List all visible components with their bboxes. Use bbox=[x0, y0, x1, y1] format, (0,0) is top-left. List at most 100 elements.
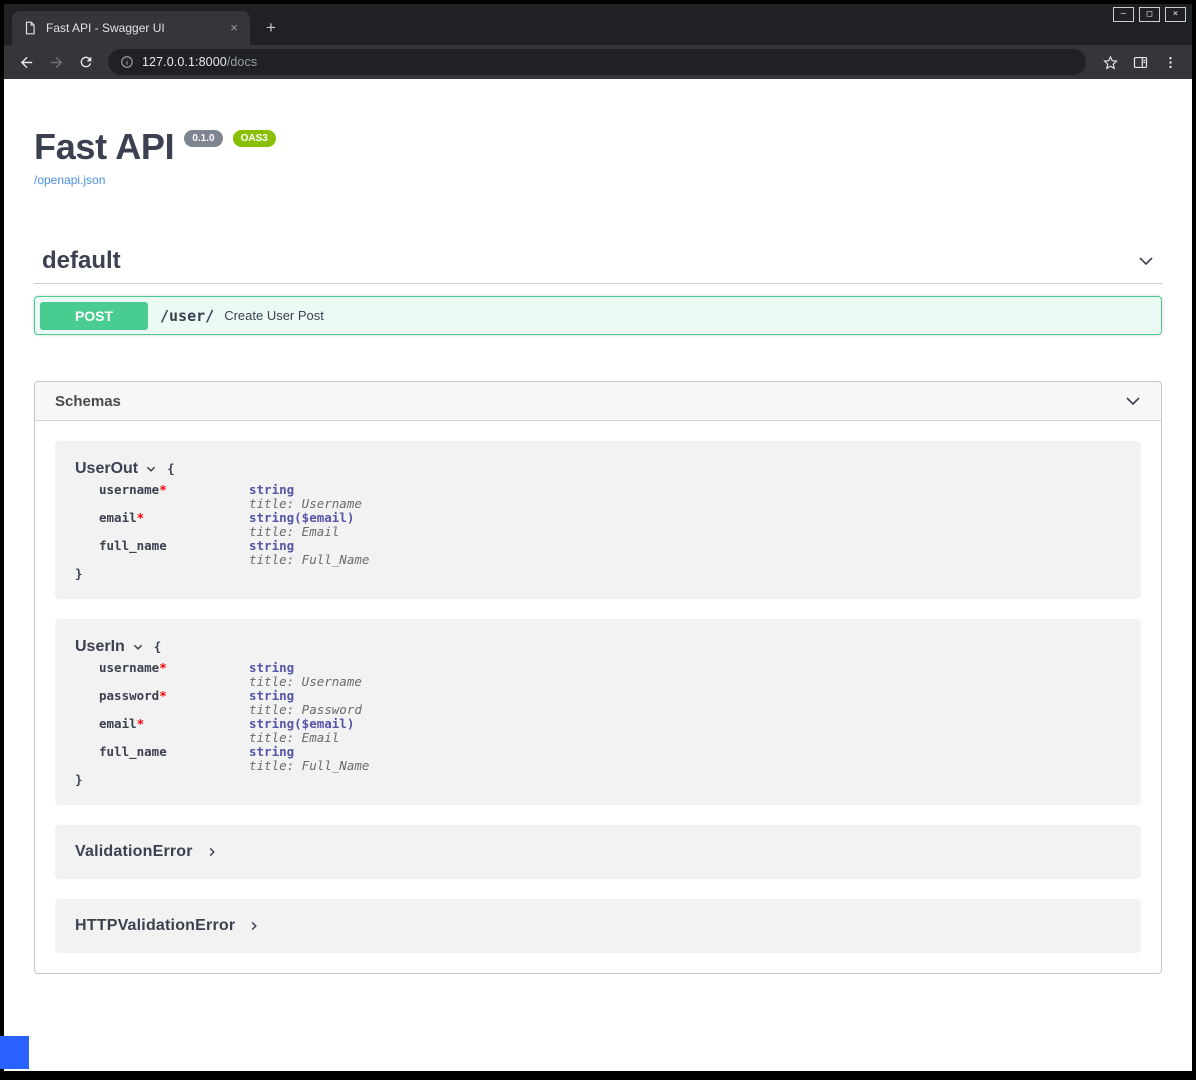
endpoint-post-user[interactable]: POST /user/ Create User Post bbox=[34, 296, 1162, 335]
property-name: username* bbox=[99, 661, 249, 689]
openapi-spec-link[interactable]: /openapi.json bbox=[34, 173, 105, 187]
close-brace: } bbox=[75, 773, 1121, 787]
titlebar: – □ × Fast API - Swagger UI × + bbox=[4, 4, 1192, 45]
tab-title: Fast API - Swagger UI bbox=[46, 21, 218, 35]
property-info: string title: Full_Name bbox=[249, 745, 369, 773]
model-validationerror[interactable]: ValidationError bbox=[55, 825, 1141, 879]
property-name: email* bbox=[99, 511, 249, 539]
schemas-header[interactable]: Schemas bbox=[35, 382, 1161, 421]
property-type: string bbox=[249, 745, 369, 759]
property-type: string bbox=[249, 661, 362, 675]
new-tab-button[interactable]: + bbox=[258, 15, 284, 41]
model-name: ValidationError bbox=[75, 843, 193, 861]
reload-icon[interactable] bbox=[72, 48, 100, 76]
menu-kebab-icon[interactable] bbox=[1156, 48, 1184, 76]
page-content: Fast API 0.1.0 OAS3 /openapi.json defaul… bbox=[4, 79, 1192, 1071]
property-info: string title: Username bbox=[249, 661, 362, 689]
property-info: string title: Password bbox=[249, 689, 362, 717]
model-properties: username* string title: Username email* … bbox=[99, 483, 1121, 567]
model-header[interactable]: UserOut { bbox=[75, 459, 1121, 479]
schemas-title: Schemas bbox=[55, 393, 121, 410]
chevron-down-icon[interactable] bbox=[1119, 387, 1147, 415]
tag-title: default bbox=[42, 247, 121, 275]
version-badge: 0.1.0 bbox=[184, 130, 222, 147]
address-bar[interactable]: 127.0.0.1:8000/docs bbox=[108, 49, 1086, 75]
required-star: * bbox=[137, 510, 145, 525]
browser-window: – □ × Fast API - Swagger UI × + bbox=[4, 4, 1192, 1071]
property-title: title: Full_Name bbox=[249, 759, 369, 773]
property-info: string title: Full_Name bbox=[249, 539, 369, 567]
page-title: Fast API bbox=[34, 125, 174, 168]
back-icon[interactable] bbox=[12, 48, 40, 76]
schemas-body: UserOut { username* string ti bbox=[35, 421, 1161, 973]
model-httpvalidationerror[interactable]: HTTPValidationError bbox=[55, 899, 1141, 953]
model-properties: username* string title: Username passwor… bbox=[99, 661, 1121, 773]
oas3-badge: OAS3 bbox=[233, 130, 276, 147]
required-star: * bbox=[159, 660, 167, 675]
property-info: string title: Username bbox=[249, 483, 362, 511]
property-name: password* bbox=[99, 689, 249, 717]
chevron-right-icon[interactable] bbox=[206, 846, 218, 858]
schema-property: username* string title: Username bbox=[99, 483, 1121, 511]
endpoint-summary: Create User Post bbox=[224, 308, 324, 323]
maximize-button[interactable]: □ bbox=[1139, 7, 1160, 22]
schema-property: password* string title: Password bbox=[99, 689, 1121, 717]
schema-property: username* string title: Username bbox=[99, 661, 1121, 689]
property-info: string($email) title: Email bbox=[249, 511, 354, 539]
schemas-section: Schemas UserOut { bbox=[34, 381, 1162, 974]
open-brace: { bbox=[167, 459, 175, 479]
chevron-down-icon[interactable] bbox=[145, 463, 157, 475]
minimize-button[interactable]: – bbox=[1113, 7, 1134, 22]
property-name-text: username bbox=[99, 660, 159, 675]
open-brace: { bbox=[154, 637, 162, 657]
close-button[interactable]: × bbox=[1165, 7, 1186, 22]
property-name: username* bbox=[99, 483, 249, 511]
schema-property: email* string($email) title: Email bbox=[99, 511, 1121, 539]
blue-artifact bbox=[0, 1036, 29, 1069]
property-type: string($email) bbox=[249, 511, 354, 525]
required-star: * bbox=[159, 482, 167, 497]
property-name-text: email bbox=[99, 510, 137, 525]
swagger-ui: Fast API 0.1.0 OAS3 /openapi.json defaul… bbox=[4, 79, 1192, 974]
property-title: title: Email bbox=[249, 525, 354, 539]
property-type: string bbox=[249, 539, 369, 553]
api-header: Fast API 0.1.0 OAS3 bbox=[34, 125, 1162, 168]
url-path: /docs bbox=[227, 55, 257, 69]
window-controls: – □ × bbox=[1113, 7, 1186, 22]
required-star: * bbox=[159, 688, 167, 703]
method-badge: POST bbox=[40, 302, 148, 330]
url-text: 127.0.0.1:8000/docs bbox=[142, 55, 257, 69]
chevron-down-icon[interactable] bbox=[1132, 247, 1160, 275]
model-userout: UserOut { username* string ti bbox=[55, 441, 1141, 599]
browser-tab[interactable]: Fast API - Swagger UI × bbox=[12, 11, 250, 45]
model-header[interactable]: UserIn { bbox=[75, 637, 1121, 657]
forward-icon[interactable] bbox=[42, 48, 70, 76]
property-type: string($email) bbox=[249, 717, 354, 731]
property-info: string($email) title: Email bbox=[249, 717, 354, 745]
schema-property: full_name string title: Full_Name bbox=[99, 745, 1121, 773]
property-name: email* bbox=[99, 717, 249, 745]
tab-close-icon[interactable]: × bbox=[226, 20, 242, 36]
property-title: title: Username bbox=[249, 497, 362, 511]
property-title: title: Username bbox=[249, 675, 362, 689]
property-name-text: password bbox=[99, 688, 159, 703]
required-star: * bbox=[137, 716, 145, 731]
property-name-text: full_name bbox=[99, 538, 167, 553]
chevron-down-icon[interactable] bbox=[132, 641, 144, 653]
schema-property: full_name string title: Full_Name bbox=[99, 539, 1121, 567]
model-name: UserOut bbox=[75, 459, 138, 479]
property-title: title: Password bbox=[249, 703, 362, 717]
model-userin: UserIn { username* string tit bbox=[55, 619, 1141, 805]
property-name-text: full_name bbox=[99, 744, 167, 759]
property-name-text: email bbox=[99, 716, 137, 731]
close-brace: } bbox=[75, 567, 1121, 581]
bookmark-star-icon[interactable] bbox=[1096, 48, 1124, 76]
property-title: title: Email bbox=[249, 731, 354, 745]
navigation-toolbar: 127.0.0.1:8000/docs bbox=[4, 45, 1192, 79]
property-type: string bbox=[249, 483, 362, 497]
tag-section-default[interactable]: default bbox=[34, 237, 1162, 284]
side-panel-icon[interactable] bbox=[1126, 48, 1154, 76]
site-info-icon[interactable] bbox=[120, 55, 134, 69]
schema-property: email* string($email) title: Email bbox=[99, 717, 1121, 745]
chevron-right-icon[interactable] bbox=[248, 920, 260, 932]
